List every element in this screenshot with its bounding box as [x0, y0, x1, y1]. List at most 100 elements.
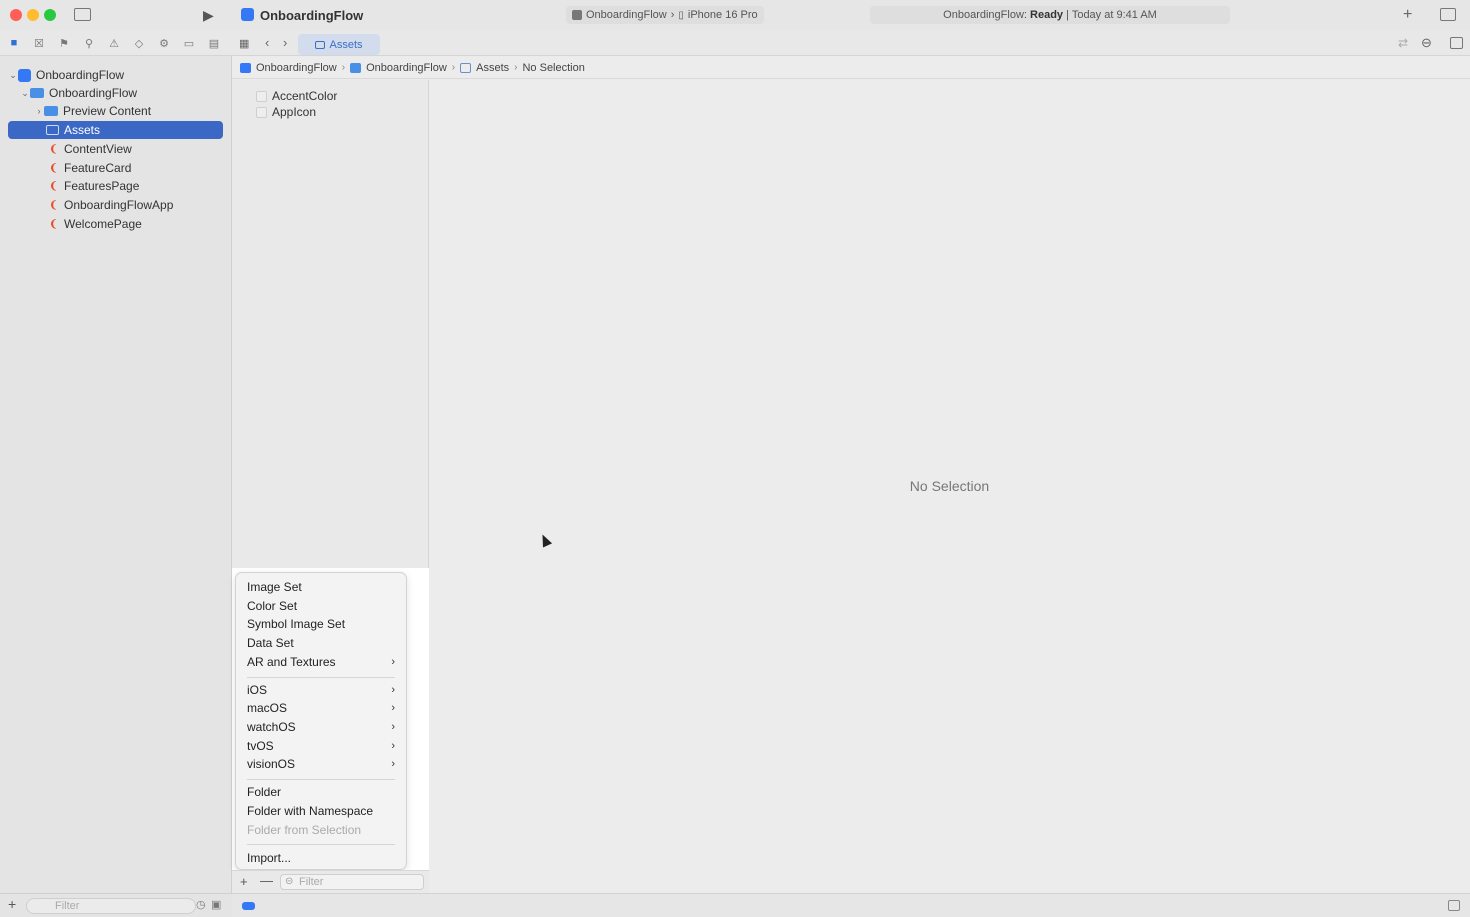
menu-item-label: Folder from Selection [247, 823, 362, 837]
sidebar-item-featurecard[interactable]: ❨ FeatureCard [8, 159, 223, 177]
breakpoints-toggle-icon[interactable] [242, 902, 255, 910]
breakpoint-icon[interactable]: ▭ [181, 36, 197, 50]
grid-icon[interactable]: ▦ [239, 37, 249, 50]
report-icon[interactable]: ▤ [206, 36, 222, 50]
zoom-window-button[interactable] [44, 9, 56, 21]
split-editor-icon[interactable] [1450, 37, 1463, 49]
refresh-icon[interactable]: ⇄ [1398, 36, 1408, 50]
forward-icon[interactable]: › [283, 35, 287, 50]
sidebar-item-label: WelcomePage [64, 217, 142, 231]
source-control-filter-icon[interactable]: ▣ [211, 898, 221, 911]
navigator-toolbar: ■ ☒ ⚑ ⚲ ⚠ ◇ ⚙ ▭ ▤ ▦ ‹ › Assets ⇄ ⊖ [0, 31, 1470, 56]
inspector-toggle-icon[interactable] [1440, 8, 1456, 21]
breadcrumb-assets[interactable]: Assets [476, 62, 509, 74]
sidebar-item-assets[interactable]: Assets [8, 121, 223, 139]
source-control-icon[interactable]: ☒ [31, 36, 47, 50]
debug-icon[interactable]: ⚙ [156, 36, 172, 50]
sidebar-toggle-icon[interactable] [74, 8, 91, 21]
sidebar-item-featurespage[interactable]: ❨ FeaturesPage [8, 177, 223, 195]
remove-asset-button[interactable]: — [260, 873, 273, 888]
chevron-down-icon[interactable]: ⌄ [8, 70, 18, 81]
menu-item-import[interactable]: Import... [236, 849, 406, 868]
menu-item-image-set[interactable]: Image Set [236, 578, 406, 597]
options-icon[interactable]: ⊖ [1421, 35, 1432, 51]
asset-filter-input[interactable]: ⊝ Filter [280, 874, 424, 890]
add-icon[interactable]: + [1403, 6, 1412, 24]
scheme-selector[interactable]: OnboardingFlow › ▯ iPhone 16 Pro [566, 6, 764, 24]
menu-item-label: iOS [247, 683, 268, 697]
add-icon[interactable]: + [8, 896, 16, 912]
folder-icon [350, 62, 362, 73]
chevron-right-icon[interactable]: › [34, 106, 44, 116]
tree-group[interactable]: ⌄ OnboardingFlow [8, 84, 223, 102]
menu-item-symbol-image-set[interactable]: Symbol Image Set [236, 615, 406, 634]
tree-root-label: OnboardingFlow [36, 68, 125, 82]
status-project: OnboardingFlow: [943, 9, 1027, 21]
menu-item-ios[interactable]: iOS › [236, 681, 406, 700]
swift-file-icon: ❨ [49, 162, 58, 174]
breadcrumb-project[interactable]: OnboardingFlow [256, 62, 337, 74]
recent-files-icon[interactable]: ◷ [196, 898, 206, 911]
sidebar-item-onboardingflowapp[interactable]: ❨ OnboardingFlowApp [8, 196, 223, 214]
menu-item-tvos[interactable]: tvOS › [236, 737, 406, 756]
scheme-project: OnboardingFlow [586, 9, 667, 21]
breadcrumb: OnboardingFlow › OnboardingFlow › Assets… [232, 57, 1470, 79]
run-icon[interactable]: ▶ [203, 7, 214, 24]
navigator-filter-input[interactable]: Filter [26, 898, 196, 914]
no-selection-label: No Selection [909, 478, 990, 494]
back-icon[interactable]: ‹ [265, 35, 269, 50]
bookmark-icon[interactable]: ⚑ [56, 36, 72, 50]
menu-item-data-set[interactable]: Data Set [236, 634, 406, 653]
sidebar-item-welcomepage[interactable]: ❨ WelcomePage [8, 215, 223, 233]
swift-file-icon: ❨ [49, 218, 58, 230]
breadcrumb-group[interactable]: OnboardingFlow [366, 62, 447, 74]
scheme-device: iPhone 16 Pro [687, 9, 758, 21]
search-icon[interactable]: ⚲ [81, 36, 97, 50]
minimize-window-button[interactable] [27, 9, 39, 21]
breadcrumb-selection[interactable]: No Selection [522, 62, 584, 74]
asset-item-appicon[interactable]: AppIcon [256, 104, 316, 120]
tree-root[interactable]: ⌄ OnboardingFlow [8, 66, 223, 84]
menu-item-label: visionOS [247, 757, 296, 771]
chevron-right-icon: › [391, 684, 395, 696]
menu-item-folder-from-selection: Folder from Selection [236, 821, 406, 840]
tree-preview-content[interactable]: › Preview Content [8, 102, 223, 120]
menu-item-label: macOS [247, 701, 288, 715]
asset-editor: No Selection [429, 80, 1470, 893]
debug-area-toggle-icon[interactable] [1448, 900, 1460, 911]
project-navigator: ⌄ OnboardingFlow ⌄ OnboardingFlow › Prev… [0, 56, 232, 917]
menu-item-folder-namespace[interactable]: Folder with Namespace [236, 802, 406, 821]
chevron-down-icon[interactable]: ⌄ [20, 88, 30, 99]
menu-item-macos[interactable]: macOS › [236, 699, 406, 718]
breadcrumb-separator: › [514, 62, 518, 73]
device-icon: ▯ [678, 9, 684, 21]
menu-separator [247, 779, 395, 780]
color-set-icon [256, 90, 267, 102]
navigator-filter-bar: + Filter ◷ ▣ [0, 893, 232, 917]
chevron-right-icon: › [391, 740, 395, 752]
swift-file-icon: ❨ [49, 143, 58, 155]
asset-item-accentcolor[interactable]: AccentColor [256, 88, 337, 104]
menu-item-watchos[interactable]: watchOS › [236, 718, 406, 737]
close-window-button[interactable] [10, 9, 22, 21]
sidebar-item-label: FeaturesPage [64, 179, 140, 193]
warning-icon[interactable]: ⚠ [106, 36, 122, 50]
menu-item-visionos[interactable]: visionOS › [236, 755, 406, 774]
sidebar-item-contentview[interactable]: ❨ ContentView [8, 140, 223, 158]
menu-item-label: Symbol Image Set [247, 617, 346, 631]
project-icon [241, 8, 254, 21]
add-asset-button[interactable]: + [240, 874, 248, 889]
chevron-right-icon: › [391, 758, 395, 770]
menu-item-label: Image Set [247, 580, 302, 594]
tab-assets[interactable]: Assets [298, 34, 380, 55]
test-icon[interactable]: ◇ [131, 36, 147, 50]
chevron-right-icon: › [391, 721, 395, 733]
menu-separator [247, 844, 395, 845]
menu-item-ar-textures[interactable]: AR and Textures › [236, 653, 406, 672]
navigator-filter-placeholder: Filter [55, 900, 80, 912]
breadcrumb-separator: › [451, 62, 456, 73]
menu-item-color-set[interactable]: Color Set [236, 597, 406, 616]
folder-icon[interactable]: ■ [6, 36, 22, 50]
menu-item-folder[interactable]: Folder [236, 783, 406, 802]
window-title: OnboardingFlow [260, 8, 364, 23]
